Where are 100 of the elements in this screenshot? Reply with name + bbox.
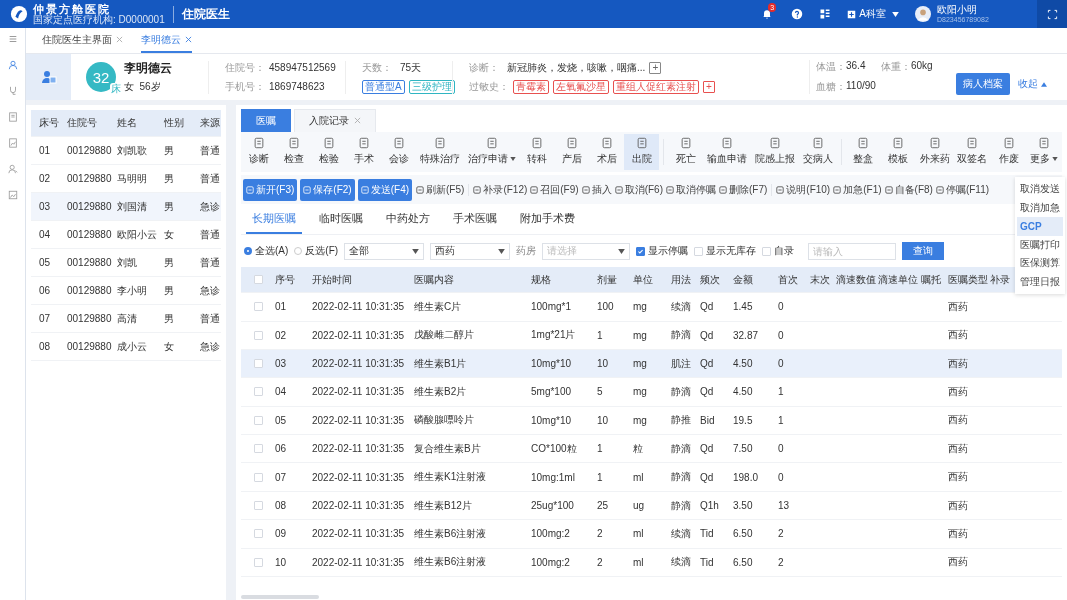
avatar-icon[interactable] (915, 6, 931, 22)
order-row[interactable]: 05 2022-02-11 10:31:35 磷酸腺嘌呤片 10mg*10 10 mg 静推 Bid 19.5 1 西药 (241, 406, 1062, 436)
order-tab[interactable]: 附加手术费 (514, 206, 581, 235)
toolbar-button[interactable]: 手术 (346, 133, 381, 170)
row-checkbox[interactable] (253, 557, 263, 567)
row-checkbox[interactable] (253, 444, 263, 454)
toolbar-button[interactable]: 检查 (276, 133, 311, 170)
help-icon[interactable] (791, 8, 804, 20)
order-tab[interactable]: 手术医嘱 (447, 206, 503, 235)
toolbar-button[interactable]: 作废 (991, 133, 1027, 170)
order-row[interactable]: 07 2022-02-11 10:31:35 维生素K1注射液 10mg:1ml 1 ml 静滴 Qd 198.0 0 西药 (241, 463, 1062, 492)
action-button[interactable]: 加急(F1) (832, 179, 883, 200)
order-row[interactable]: 09 2022-02-11 10:31:35 维生素B6注射液 100mg:2 2 ml 续滴 Tid 6.50 2 西药 (241, 520, 1062, 549)
order-row[interactable]: 04 2022-02-11 10:31:35 维生素B2片 5mg*100 5 mg 静滴 Qd 4.50 1 西药 (241, 378, 1062, 407)
order-tab[interactable]: 长期医嘱 (246, 206, 302, 235)
patient-row[interactable]: 06 00129880 李小明 男 急诊 (31, 277, 221, 305)
checkbox-option[interactable]: 自录 (762, 244, 795, 259)
collapse-link[interactable]: 收起 (1018, 77, 1047, 91)
radio-option[interactable]: 全选(A) (244, 244, 289, 259)
stethoscope-icon[interactable] (7, 86, 18, 96)
row-checkbox[interactable] (253, 387, 263, 397)
toolbar-button[interactable]: 死亡 (668, 133, 704, 170)
patient-row[interactable]: 01 00129880 刘凯歌 男 普通 (31, 137, 221, 165)
toolbar-button[interactable]: 治疗申请 (463, 133, 520, 170)
image-icon[interactable] (7, 190, 18, 200)
query-button[interactable]: 查询 (902, 242, 945, 261)
toolbar-button[interactable]: 院感上报 (751, 133, 799, 170)
patient-row[interactable]: 05 00129880 刘凯 男 普通 (31, 249, 221, 277)
page-tab[interactable]: 住院医生主界面 (42, 28, 123, 53)
menu-item[interactable]: 取消加急 (1017, 198, 1063, 217)
checkbox-option[interactable]: 显示停嘱 (636, 244, 689, 259)
menu-icon[interactable] (7, 34, 18, 44)
action-button[interactable]: 取消停嘱 (664, 179, 717, 200)
user-icon[interactable] (7, 164, 18, 174)
row-checkbox[interactable] (253, 472, 263, 482)
action-button[interactable]: 刷新(F5) (415, 179, 466, 200)
toolbar-button[interactable]: 会诊 (381, 133, 416, 170)
toolbar-button[interactable]: 产后 (554, 133, 590, 170)
row-checkbox[interactable] (253, 330, 263, 340)
toolbar-button[interactable]: 输血申请 (703, 133, 752, 170)
close-icon[interactable] (116, 36, 123, 43)
patient-row[interactable]: 07 00129880 高清 男 普通 (31, 305, 221, 333)
scrollbar-thumb[interactable] (241, 595, 319, 600)
order-row[interactable]: 10 2022-02-11 10:31:35 维生素B6注射液 100mg:2 2 ml 续滴 Tid 6.50 2 西药 (241, 548, 1062, 578)
section-tab[interactable]: 医嘱 (241, 108, 291, 132)
menu-item[interactable]: 医保测算 (1017, 254, 1063, 273)
order-tab[interactable]: 临时医嘱 (313, 206, 369, 235)
menu-item[interactable]: 管理日报 (1017, 272, 1063, 291)
add-button[interactable]: + (703, 80, 715, 93)
patient-row[interactable]: 08 00129880 成小云 女 急诊 (31, 333, 221, 361)
order-row[interactable]: 02 2022-02-11 10:31:35 戊酸雌二醇片 1mg*21片 1 mg 静滴 Qd 32.87 0 西药 (241, 321, 1062, 350)
toolbar-button[interactable]: 外来药 (915, 133, 954, 170)
order-row[interactable]: 03 2022-02-11 10:31:35 维生素B1片 10mg*10 10 mg 肌注 Qd 4.50 0 西药 (241, 349, 1062, 379)
toolbar-button[interactable]: 模板 (880, 133, 916, 170)
menu-item[interactable]: 医嘱打印 (1017, 235, 1063, 254)
toolbar-button[interactable]: 术后 (589, 133, 625, 170)
action-button[interactable]: 自备(F8) (883, 179, 934, 200)
toolbar-button[interactable]: 特殊治疗 (416, 133, 464, 170)
toolbar-button[interactable]: 整盒 (845, 133, 881, 170)
row-checkbox[interactable] (253, 302, 263, 312)
person-icon[interactable] (7, 60, 18, 70)
action-button[interactable]: 补录(F12) (472, 179, 529, 200)
patient-record-button[interactable]: 病人档案 (956, 73, 1010, 95)
drug-select[interactable]: 西药 (430, 242, 511, 260)
toolbar-button[interactable]: 双签名 (953, 133, 992, 170)
action-button[interactable]: 说明(F10) (775, 179, 832, 200)
department-select[interactable]: A科室 (847, 7, 899, 21)
order-row[interactable]: 01 2022-02-11 10:31:35 维生素C片 100mg*1 100 mg 续滴 Qd 1.45 0 西药 (241, 293, 1062, 322)
document-icon[interactable] (7, 112, 18, 122)
order-row[interactable]: 06 2022-02-11 10:31:35 复合维生素B片 CO*100粒 1 粒 静滴 Qd 7.50 0 西药 (241, 435, 1062, 464)
toolbar-button[interactable]: 交病人 (798, 133, 837, 170)
action-button[interactable]: 新开(F3) (243, 178, 298, 201)
grid-icon[interactable] (819, 8, 832, 20)
type-select[interactable]: 全部 (344, 242, 425, 260)
patient-row[interactable]: 03 00129880 刘国清 男 急诊 (31, 193, 221, 221)
row-checkbox[interactable] (253, 501, 263, 511)
row-checkbox[interactable] (253, 529, 263, 539)
row-checkbox[interactable] (253, 415, 263, 425)
action-button[interactable]: 发送(F4) (357, 178, 413, 201)
checkbox-option[interactable]: 显示无库存 (694, 244, 757, 259)
action-button[interactable]: 停嘱(F11) (934, 179, 991, 200)
order-row[interactable]: 08 2022-02-11 10:31:35 维生素B12片 25ug*100 25 ug 静滴 Q1h 3.50 13 西药 (241, 491, 1062, 521)
close-icon[interactable] (185, 36, 192, 43)
action-button[interactable]: 插入 (580, 179, 613, 200)
add-button[interactable]: + (649, 61, 662, 74)
search-field[interactable]: 请输入 (808, 242, 897, 260)
action-button[interactable]: 召回(F9) (529, 179, 580, 200)
radio-option[interactable]: 反选(F) (294, 244, 339, 259)
close-icon[interactable] (354, 117, 361, 125)
fullscreen-icon[interactable] (1046, 8, 1058, 20)
menu-item[interactable]: 取消发送 (1017, 180, 1063, 199)
select-all-checkbox[interactable] (253, 275, 263, 285)
section-tab[interactable]: 入院记录 (294, 108, 376, 132)
toolbar-button[interactable]: 诊断 (241, 133, 276, 170)
action-button[interactable]: 保存(F2) (300, 178, 355, 201)
toolbar-button[interactable]: 更多 (1026, 133, 1063, 170)
row-checkbox[interactable] (253, 359, 263, 369)
chart-document-icon[interactable] (7, 138, 18, 148)
toolbar-button[interactable]: 转科 (519, 133, 555, 170)
patient-row[interactable]: 04 00129880 欧阳小云 女 普通 (31, 221, 221, 249)
